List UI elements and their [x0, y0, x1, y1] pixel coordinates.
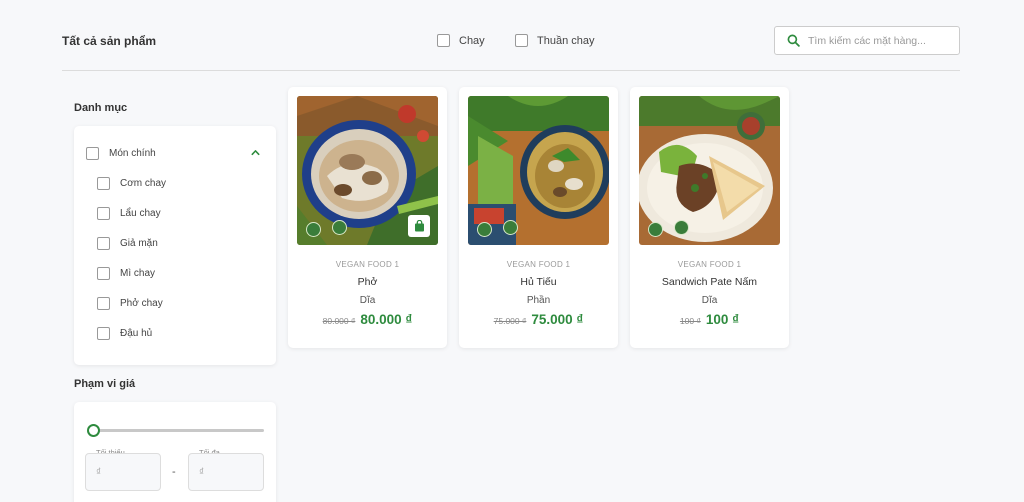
subcategory-item[interactable]: Phở chay [97, 297, 163, 310]
subcategory-item[interactable]: Lẩu chay [97, 207, 161, 220]
product-name[interactable]: Hủ Tiếu [459, 276, 618, 288]
subcategory-checkbox[interactable] [97, 177, 110, 190]
category-main-dishes-label: Món chính [109, 148, 156, 159]
category-main-dishes[interactable]: Món chính [86, 147, 156, 160]
product-image-hu-tieu[interactable] [468, 96, 609, 245]
subcategory-item[interactable]: Mì chay [97, 267, 155, 280]
product-brand: VEGAN FOOD 1 [677, 260, 742, 269]
search-input[interactable] [808, 34, 948, 47]
price-max-input[interactable]: ₫ [188, 453, 264, 491]
price-slider-handle[interactable] [87, 424, 100, 437]
filter-chay-checkbox[interactable] [437, 34, 450, 47]
add-to-cart-button[interactable] [408, 215, 430, 237]
search-box[interactable] [774, 26, 960, 55]
price-separator: - [172, 466, 176, 478]
category-title: Danh mục [74, 102, 128, 114]
product-name[interactable]: Sandwich Pate Nấm [630, 276, 789, 288]
product-price: 80.000 ₫ [360, 312, 413, 327]
price-slider-track[interactable] [93, 429, 264, 432]
product-old-price: 100 ₫ [679, 316, 701, 326]
vegan-badge-icon [503, 220, 518, 235]
subcategory-item[interactable]: Đậu hủ [97, 327, 152, 340]
product-prices: 75.000 ₫ 75.000 ₫ [459, 312, 618, 327]
page-title: Tất cả sản phẩm [62, 34, 157, 48]
product-unit: Phần [526, 295, 551, 306]
product-card[interactable]: VEGAN FOOD 1 Sandwich Pate Nấm Dĩa 100 ₫… [630, 87, 789, 348]
product-brand: VEGAN FOOD 1 [335, 260, 400, 269]
product-card[interactable]: VEGAN FOOD 1 Phở Dĩa 80.000 ₫ 80.000 ₫ [288, 87, 447, 348]
filter-thuan-chay-label: Thuần chay [537, 34, 595, 47]
product-old-price: 75.000 ₫ [493, 316, 527, 326]
vegan-badge-icon [674, 220, 689, 235]
subcategory-item[interactable]: Cơm chay [97, 177, 166, 190]
product-name[interactable]: Phở [288, 276, 447, 288]
subcategory-label: Cơm chay [120, 178, 167, 189]
product-prices: 100 ₫ 100 ₫ [630, 312, 789, 327]
subcategory-label: Đậu hủ [120, 328, 153, 339]
product-image-pho[interactable] [297, 96, 438, 245]
vegan-badge-icon [332, 220, 347, 235]
category-main-dishes-checkbox[interactable] [86, 147, 99, 160]
product-old-price: 80.000 ₫ [322, 316, 356, 326]
filter-chay-label: Chay [459, 34, 485, 47]
search-icon [787, 34, 800, 47]
subcategory-label: Giả mặn [120, 238, 158, 249]
product-price: 75.000 ₫ [531, 312, 584, 327]
shopping-bag-icon [414, 220, 424, 232]
product-brand: VEGAN FOOD 1 [506, 260, 571, 269]
product-unit: Dĩa [359, 295, 376, 306]
product-image-sandwich[interactable] [639, 96, 780, 245]
chevron-up-icon[interactable] [250, 147, 261, 158]
price-min-input[interactable]: ₫ [85, 453, 161, 491]
product-price: 100 ₫ [705, 312, 740, 327]
subcategory-checkbox[interactable] [97, 207, 110, 220]
subcategory-checkbox[interactable] [97, 297, 110, 310]
subcategory-label: Lẩu chay [120, 208, 161, 219]
product-card[interactable]: VEGAN FOOD 1 Hủ Tiếu Phần 75.000 ₫ 75.00… [459, 87, 618, 348]
certification-badge-icon [477, 222, 492, 237]
subcategory-item[interactable]: Giả mặn [97, 237, 158, 250]
top-bar: Tất cả sản phẩm Chay Thuần chay [62, 26, 960, 56]
subcategory-label: Phở chay [120, 298, 163, 309]
certification-badge-icon [648, 222, 663, 237]
header-divider [62, 70, 960, 71]
certification-badge-icon [306, 222, 321, 237]
subcategory-checkbox[interactable] [97, 327, 110, 340]
subcategory-checkbox[interactable] [97, 267, 110, 280]
price-range-title: Phạm vi giá [74, 378, 136, 390]
product-prices: 80.000 ₫ 80.000 ₫ [288, 312, 447, 327]
filter-thuan-chay-checkbox[interactable] [515, 34, 528, 47]
filter-chay[interactable]: Chay [437, 34, 485, 47]
filter-thuan-chay[interactable]: Thuần chay [515, 34, 594, 47]
product-unit: Dĩa [701, 295, 718, 306]
subcategory-label: Mì chay [120, 268, 156, 279]
subcategory-checkbox[interactable] [97, 237, 110, 250]
